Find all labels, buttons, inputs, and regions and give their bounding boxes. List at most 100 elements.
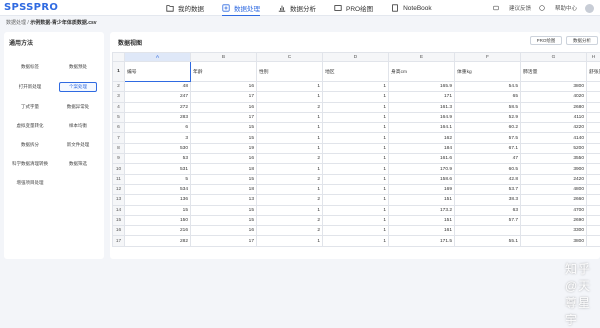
table-cell[interactable]: 67.1 [455,143,521,153]
table-cell[interactable]: 2 [257,174,323,184]
table-cell[interactable]: 161 [389,226,455,236]
nav-my-data[interactable]: 我的数据 [166,0,204,16]
table-row[interactable]: 2481611165.954.53800 [113,82,600,92]
table-cell[interactable]: 60.2 [455,123,521,133]
method-item[interactable]: 增强项目处理 [11,178,49,188]
row-number[interactable]: 3 [113,92,125,102]
nav-pro-draw[interactable]: PRO绘图 [334,0,373,16]
feedback-link[interactable]: 建议反馈 [493,4,531,12]
table-cell[interactable]: 2 [257,215,323,225]
table-cell[interactable]: 16 [191,226,257,236]
table-cell[interactable]: 1 [323,123,389,133]
table-row[interactable]: 1151521158.642.82420 [113,174,600,184]
table-cell[interactable]: 158.6 [389,174,455,184]
column-header[interactable]: A [125,53,191,62]
table-cell[interactable]: 170.9 [389,164,455,174]
row-number[interactable]: 15 [113,215,125,225]
table-cell[interactable] [587,164,600,174]
table-cell[interactable]: 54.5 [455,82,521,92]
table-row[interactable]: 12534181116953.74800 [113,184,600,194]
table-cell[interactable]: 体重kg [455,62,521,82]
table-cell[interactable]: 2420 [521,174,587,184]
table-cell[interactable]: 53.7 [455,184,521,194]
table-cell[interactable]: 1 [323,82,389,92]
table-cell[interactable]: 15 [125,205,191,215]
table-row[interactable]: 42721621161.358.52680 [113,102,600,112]
table-cell[interactable]: 164.9 [389,112,455,122]
table-cell[interactable] [587,112,600,122]
table-cell[interactable]: 1 [257,123,323,133]
table-row[interactable]: 13136132115138.32660 [113,195,600,205]
table-cell[interactable]: 18 [191,184,257,194]
table-row[interactable]: 15150152115157.72690 [113,215,600,225]
table-cell[interactable]: 16 [191,102,257,112]
table-cell[interactable]: 5200 [521,143,587,153]
table-cell[interactable]: 17 [191,112,257,122]
row-number[interactable]: 13 [113,195,125,205]
table-cell[interactable] [455,226,521,236]
table-cell[interactable]: 1 [323,184,389,194]
nav-data-process[interactable]: 数据处理 [222,0,260,16]
method-item[interactable]: 数据筛选 [59,159,97,169]
table-cell[interactable]: 2 [257,154,323,164]
table-cell[interactable]: 1 [323,215,389,225]
table-cell[interactable]: 肺活量 [521,62,587,82]
table-cell[interactable]: 58.5 [455,102,521,112]
table-cell[interactable]: 1 [323,102,389,112]
table-cell[interactable] [587,205,600,215]
table-cell[interactable]: 52.9 [455,112,521,122]
table-cell[interactable]: 1 [323,154,389,164]
table-cell[interactable]: 3800 [521,236,587,246]
table-cell[interactable]: 5 [125,174,191,184]
table-cell[interactable]: 3550 [521,154,587,164]
method-item[interactable]: 数据异常处 [59,102,97,112]
table-cell[interactable]: 173.2 [389,205,455,215]
table-cell[interactable]: 2 [257,226,323,236]
table-cell[interactable]: 55.1 [455,236,521,246]
table-cell[interactable]: 年龄 [191,62,257,82]
method-item[interactable]: 数据标签 [11,62,49,72]
table-cell[interactable]: 2 [257,102,323,112]
method-item[interactable]: 新文件处理 [59,140,97,150]
table-cell[interactable]: 13 [191,195,257,205]
table-cell[interactable]: 47 [455,154,521,164]
method-item-active[interactable]: 个案处理 [59,82,97,92]
table-cell[interactable]: 1 [323,226,389,236]
column-header[interactable]: D [323,53,389,62]
column-header[interactable]: E [389,53,455,62]
data-analysis-button[interactable]: 数据分析 [566,36,598,45]
table-cell[interactable]: 38.3 [455,195,521,205]
table-cell[interactable]: 1 [257,184,323,194]
table-cell[interactable]: 65 [455,92,521,102]
table-cell[interactable]: 1 [257,92,323,102]
table-cell[interactable]: 4800 [521,184,587,194]
table-cell[interactable]: 15 [191,133,257,143]
method-item[interactable]: 数据拆分 [11,140,49,150]
table-row[interactable]: 105311811170.960.53900 [113,164,600,174]
table-cell[interactable]: 6 [125,123,191,133]
table-cell[interactable]: 216 [125,226,191,236]
row-number[interactable]: 9 [113,154,125,164]
table-cell[interactable] [587,184,600,194]
table-cell[interactable]: 1 [257,133,323,143]
help-link[interactable]: 帮助中心 [539,4,577,12]
table-cell[interactable] [587,82,600,92]
row-number[interactable]: 7 [113,133,125,143]
table-cell[interactable]: 531 [125,164,191,174]
table-cell[interactable]: 1 [323,195,389,205]
table-cell[interactable]: 53 [125,154,191,164]
table-cell[interactable] [587,143,600,153]
table-cell[interactable]: 编号 [125,62,191,82]
table-row[interactable]: 1621616211613300 [113,226,600,236]
method-item[interactable]: 虚拟变量转化 [11,121,49,131]
table-row[interactable]: 9531621161.6473550 [113,154,600,164]
table-cell[interactable] [587,236,600,246]
column-header[interactable]: H [587,53,600,62]
table-cell[interactable]: 1 [257,143,323,153]
row-number[interactable]: 17 [113,236,125,246]
table-cell[interactable]: 1 [257,112,323,122]
app-logo[interactable]: SPSSPRO [4,2,154,13]
table-cell[interactable]: 17 [191,92,257,102]
table-cell[interactable] [587,102,600,112]
row-number[interactable]: 12 [113,184,125,194]
